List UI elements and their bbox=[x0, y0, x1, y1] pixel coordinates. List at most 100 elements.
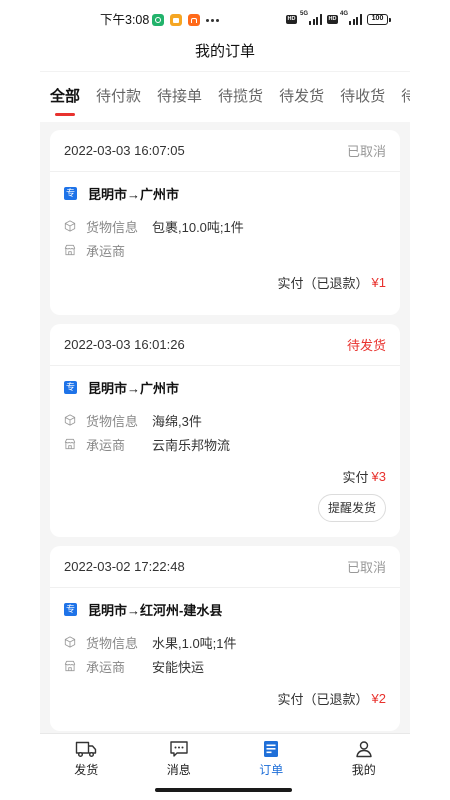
hd-badge: HD bbox=[286, 15, 297, 24]
cargo-label: 货物信息 bbox=[86, 413, 139, 429]
network-type: 4G bbox=[340, 11, 349, 17]
cargo-value: 水果,1.0吨;1件 bbox=[152, 635, 237, 651]
tab-pending-receipt[interactable]: 待收货 bbox=[340, 87, 385, 107]
tab-label: 待 bbox=[401, 88, 410, 105]
signal-bar bbox=[359, 14, 362, 25]
paid-amount: ¥2 bbox=[371, 690, 386, 706]
order-card-body: 专 昆明市→红河州-建水县 货物信息 水果,1.0吨;1件 承运商 安能快运 实… bbox=[50, 600, 400, 731]
page-title: 我的订单 bbox=[194, 43, 255, 60]
nav-label: 发货 bbox=[74, 763, 99, 777]
dedicated-line-badge: 专 bbox=[64, 602, 77, 616]
dedicated-line-badge: 专 bbox=[64, 186, 77, 200]
order-list[interactable]: 2022-03-03 16:07:05 已取消 专 昆明市→广州市 货物信息 包… bbox=[40, 122, 410, 733]
tab-pending-shipment[interactable]: 待发货 bbox=[279, 87, 324, 107]
order-card[interactable]: 2022-03-03 16:07:05 已取消 专 昆明市→广州市 货物信息 包… bbox=[50, 130, 400, 315]
profile-icon bbox=[356, 741, 372, 758]
app-screen: 下午3:08 HD 5G HD 4G 100 我的订单 全部 待付款 待接单 待… bbox=[40, 0, 410, 800]
order-status-tabs: 全部 待付款 待接单 待揽货 待发货 待收货 待 bbox=[40, 72, 410, 122]
order-time: 2022-03-03 16:01:26 bbox=[64, 337, 185, 352]
order-status: 已取消 bbox=[346, 144, 386, 159]
signal-bar bbox=[352, 19, 355, 25]
mi-app-icon bbox=[188, 14, 200, 26]
cube-icon bbox=[64, 636, 76, 648]
nav-ship[interactable]: 发货 bbox=[40, 734, 133, 785]
bottom-nav: 发货 消息 订单 我的 bbox=[40, 733, 410, 785]
battery-icon: 100 bbox=[367, 14, 391, 25]
carrier-row: 承运商 安能快运 bbox=[64, 657, 386, 675]
order-time: 2022-03-02 17:22:48 bbox=[64, 559, 185, 574]
nav-orders[interactable]: 订单 bbox=[225, 734, 318, 785]
signal-bar bbox=[319, 14, 322, 25]
paid-label: 实付 bbox=[342, 469, 369, 485]
signal-bar bbox=[356, 17, 358, 25]
signal-bar bbox=[316, 17, 318, 25]
carrier-label: 承运商 bbox=[86, 659, 126, 675]
order-list-icon bbox=[264, 741, 279, 757]
carrier-row: 承运商 bbox=[64, 241, 386, 259]
nav-label: 消息 bbox=[166, 763, 191, 777]
paid-amount: ¥3 bbox=[371, 468, 386, 484]
tab-label: 待接单 bbox=[157, 88, 203, 105]
order-status: 待发货 bbox=[346, 338, 386, 353]
price-row: 实付 ¥3 bbox=[64, 467, 386, 485]
hd-badge: HD bbox=[327, 15, 338, 24]
signal-bar bbox=[309, 21, 311, 25]
tab-label: 待发货 bbox=[279, 88, 325, 105]
tab-pending-accept[interactable]: 待接单 bbox=[157, 87, 202, 107]
store-icon bbox=[64, 438, 76, 450]
tab-partial[interactable]: 待 bbox=[401, 87, 410, 107]
order-time: 2022-03-03 16:07:05 bbox=[64, 143, 185, 158]
route-row: 专 昆明市→广州市 bbox=[64, 184, 386, 202]
home-indicator[interactable] bbox=[155, 788, 292, 792]
cube-icon bbox=[64, 220, 76, 232]
remind-shipment-button[interactable]: 提醒发货 bbox=[317, 494, 386, 522]
route-text: 昆明市→广州市 bbox=[88, 186, 180, 202]
route-row: 专 昆明市→广州市 bbox=[64, 378, 386, 396]
carrier-label: 承运商 bbox=[86, 243, 126, 259]
cargo-value: 海绵,3件 bbox=[152, 413, 202, 429]
network-type: 5G bbox=[300, 11, 309, 17]
order-actions: 提醒发货 bbox=[64, 494, 386, 522]
paid-label: 实付（已退款） bbox=[277, 275, 369, 291]
order-card-body: 专 昆明市→广州市 货物信息 海绵,3件 承运商 云南乐邦物流 实付 ¥3 提醒… bbox=[50, 378, 400, 537]
cargo-label: 货物信息 bbox=[86, 635, 139, 651]
order-card[interactable]: 2022-03-03 16:01:26 待发货 专 昆明市→广州市 货物信息 海… bbox=[50, 324, 400, 537]
nav-messages[interactable]: 消息 bbox=[133, 734, 226, 785]
cargo-value: 包裹,10.0吨;1件 bbox=[152, 219, 244, 235]
tab-pending-payment[interactable]: 待付款 bbox=[96, 87, 141, 107]
tab-all[interactable]: 全部 bbox=[50, 87, 81, 116]
app-notification-orange-icon bbox=[170, 14, 182, 26]
cargo-label: 货物信息 bbox=[86, 219, 139, 235]
app-notification-green-icon bbox=[152, 14, 164, 26]
tab-label: 待收货 bbox=[340, 88, 386, 105]
more-notifications-icon bbox=[206, 19, 209, 22]
order-card[interactable]: 2022-03-02 17:22:48 已取消 专 昆明市→红河州-建水县 货物… bbox=[50, 546, 400, 731]
truck-icon bbox=[76, 741, 97, 757]
nav-label: 订单 bbox=[259, 763, 284, 777]
cargo-row: 货物信息 包裹,10.0吨;1件 bbox=[64, 217, 386, 235]
cargo-row: 货物信息 水果,1.0吨;1件 bbox=[64, 633, 386, 651]
nav-profile[interactable]: 我的 bbox=[318, 734, 411, 785]
route-text: 昆明市→广州市 bbox=[88, 380, 180, 396]
price-row: 实付（已退款） ¥2 bbox=[64, 689, 386, 707]
order-status: 已取消 bbox=[346, 560, 386, 575]
store-icon bbox=[64, 244, 76, 256]
route-row: 专 昆明市→红河州-建水县 bbox=[64, 600, 386, 618]
signal-strength-icon bbox=[309, 14, 322, 25]
tab-label: 全部 bbox=[50, 88, 81, 105]
carrier-value: 安能快运 bbox=[152, 659, 205, 675]
active-tab-indicator bbox=[55, 113, 75, 116]
price-row: 实付（已退款） ¥1 bbox=[64, 273, 386, 291]
status-time: 下午3:08 bbox=[100, 13, 150, 27]
cube-icon bbox=[64, 414, 76, 426]
tab-pending-pickup[interactable]: 待揽货 bbox=[218, 87, 263, 107]
tab-label: 待揽货 bbox=[218, 88, 264, 105]
signal-bar bbox=[312, 19, 315, 25]
message-icon bbox=[170, 741, 188, 757]
carrier-row: 承运商 云南乐邦物流 bbox=[64, 435, 386, 453]
signal-strength-icon bbox=[349, 14, 362, 25]
carrier-value: 云南乐邦物流 bbox=[152, 437, 231, 453]
order-card-body: 专 昆明市→广州市 货物信息 包裹,10.0吨;1件 承运商 实付（已退款） ¥… bbox=[50, 184, 400, 315]
route-text: 昆明市→红河州-建水县 bbox=[88, 602, 223, 618]
order-card-header: 2022-03-03 16:07:05 已取消 bbox=[50, 130, 400, 172]
